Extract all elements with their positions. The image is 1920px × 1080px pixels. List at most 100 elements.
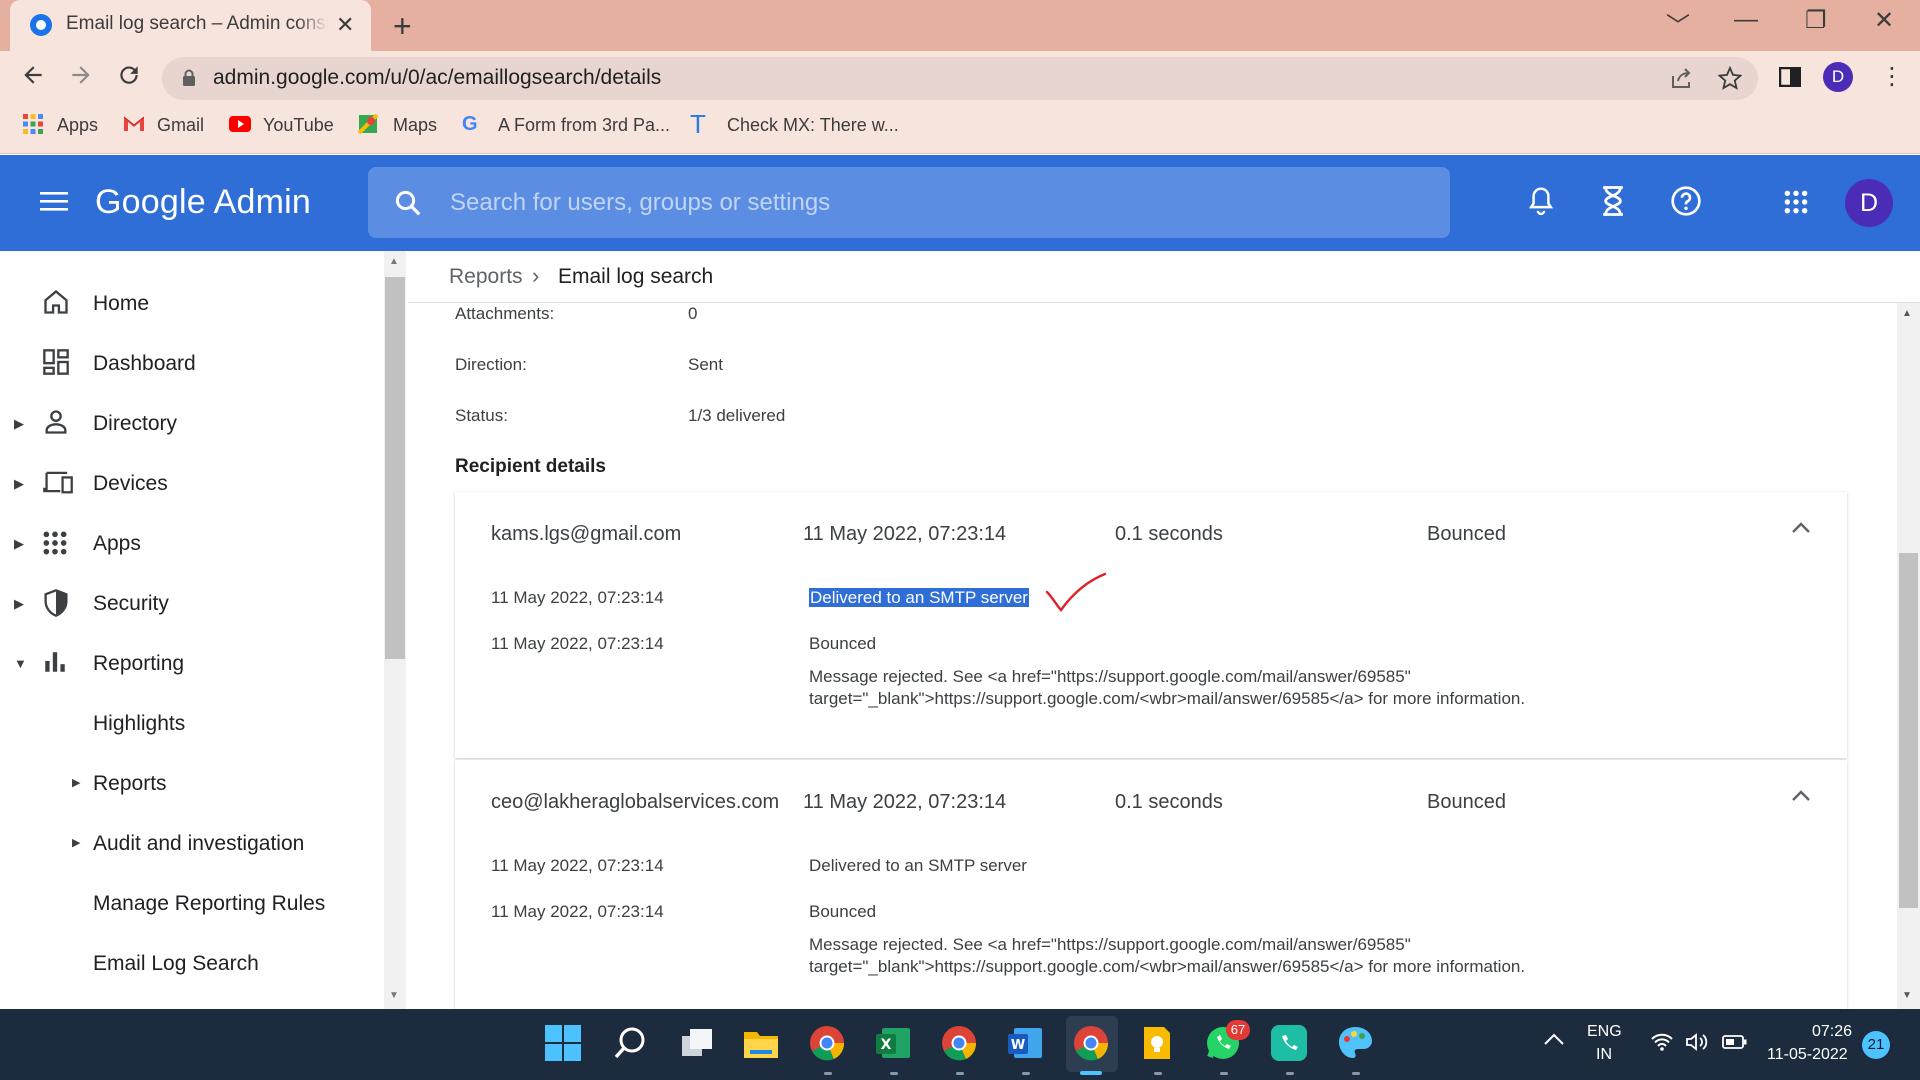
main-menu-icon[interactable] [40,190,68,212]
bookmark-star-icon[interactable] [1718,66,1742,90]
sidebar-item-dashboard[interactable]: Dashboard [0,336,384,392]
sidebar-item-directory[interactable]: ▶ Directory [0,396,384,452]
chrome-profile-icon[interactable] [940,1024,980,1064]
close-window-button[interactable]: ✕ [1874,6,1894,35]
running-indicator [1286,1072,1294,1075]
bookmark-youtube[interactable]: YouTube [263,115,334,136]
collapse-chevron-icon[interactable] [1791,521,1811,535]
account-avatar[interactable]: D [1845,179,1893,227]
word-icon[interactable]: W [1006,1024,1046,1064]
browser-profile-avatar[interactable]: D [1823,62,1853,92]
scroll-up-arrow-icon[interactable]: ▲ [389,256,399,267]
gmail-icon [122,113,145,135]
attachments-value: 0 [688,304,698,323]
bar-chart-icon [42,649,68,675]
back-icon[interactable] [20,62,46,88]
sidebar-item-email-log-search[interactable]: Email Log Search [0,936,384,992]
reload-icon[interactable] [116,62,142,88]
notification-count-badge[interactable]: 21 [1862,1031,1890,1059]
chrome-icon[interactable] [808,1024,848,1064]
sidebar-item-manage-reporting-rules[interactable]: Manage Reporting Rules [0,876,384,932]
scroll-down-arrow-icon[interactable]: ▼ [1902,990,1912,1001]
shield-icon [42,588,70,618]
main-scrollbar-thumb[interactable] [1899,553,1918,908]
sidebar-item-audit-and-investigation[interactable]: ▶ Audit and investigation [0,816,384,872]
side-panel-icon[interactable] [1779,67,1801,87]
sidebar-item-label: Audit and investigation [93,832,305,855]
new-tab-button[interactable]: + [393,8,412,45]
devices-icon [42,468,74,496]
google-admin-logo[interactable]: Google Admin [95,183,311,222]
scroll-up-arrow-icon[interactable]: ▲ [1902,308,1912,319]
bookmark-apps[interactable]: Apps [57,115,98,136]
expand-arrow-icon[interactable]: ▶ [14,536,24,552]
whatsapp-business-icon[interactable] [1270,1024,1310,1064]
browser-menu-icon[interactable]: ⋮ [1880,62,1904,91]
search-icon[interactable] [393,188,423,218]
keep-notes-icon[interactable] [1138,1024,1178,1064]
windows-start-icon[interactable] [544,1024,584,1064]
scroll-down-arrow-icon[interactable]: ▼ [389,990,399,1001]
expand-arrow-icon[interactable]: ▶ [72,836,80,849]
bookmark-check-mx[interactable]: Check MX: There w... [727,115,899,136]
recipient-duration: 0.1 seconds [1115,523,1223,545]
sidebar-item-label: Dashboard [93,352,196,375]
sidebar-scrollbar-thumb[interactable] [385,277,405,659]
collapse-arrow-icon[interactable]: ▼ [14,656,27,671]
clock-date[interactable]: 11-05-2022 [1767,1046,1848,1064]
google-apps-icon[interactable] [1783,189,1809,215]
paint-icon[interactable] [1336,1024,1376,1064]
sidebar-item-devices[interactable]: ▶ Devices [0,456,384,512]
running-indicator [1220,1072,1228,1075]
url-text[interactable]: admin.google.com/u/0/ac/emaillogsearch/d… [213,66,661,90]
bookmark-form[interactable]: A Form from 3rd Pa... [498,115,670,136]
tab-search-icon[interactable]: ﹀ [1666,6,1690,41]
clock-time[interactable]: 07:26 [1812,1023,1852,1041]
help-icon[interactable] [1670,185,1702,217]
recipient-status: Bounced [1427,523,1506,545]
bookmark-maps[interactable]: Maps [393,115,437,136]
breadcrumb-reports-link[interactable]: Reports [449,265,523,289]
sidebar-item-reports[interactable]: ▶ Reports [0,756,384,812]
running-indicator [1352,1072,1360,1075]
search-input[interactable] [450,181,1410,225]
share-icon[interactable] [1670,67,1694,89]
lock-icon[interactable] [182,69,196,87]
collapse-chevron-icon[interactable] [1791,789,1811,803]
search-taskbar-icon[interactable] [612,1024,652,1064]
expand-arrow-icon[interactable]: ▶ [14,476,24,492]
language-region[interactable]: IN [1596,1046,1612,1064]
expand-arrow-icon[interactable]: ▶ [72,776,80,789]
expand-arrow-icon[interactable]: ▶ [14,416,24,432]
file-explorer-icon[interactable] [742,1024,782,1064]
expand-arrow-icon[interactable]: ▶ [14,596,24,612]
hourglass-icon[interactable] [1600,185,1626,217]
restore-button[interactable]: ❐ [1805,6,1827,35]
bookmark-gmail[interactable]: Gmail [157,115,204,136]
sidebar-item-reporting[interactable]: ▼ Reporting [0,636,384,692]
running-indicator [1022,1072,1030,1075]
volume-icon[interactable] [1685,1032,1711,1052]
status-value: 1/3 delivered [688,406,786,425]
tab-close-icon[interactable]: ✕ [336,12,354,38]
sidebar-item-security[interactable]: ▶ Security [0,576,384,632]
sidebar-item-home[interactable]: Home [0,276,384,332]
battery-icon[interactable] [1722,1034,1748,1050]
event-text: Delivered to an SMTP server [809,588,1029,608]
language-code[interactable]: ENG [1587,1023,1622,1041]
sidebar-item-apps[interactable]: ▶ Apps [0,516,384,572]
notifications-bell-icon[interactable] [1526,185,1556,217]
excel-icon[interactable]: X [874,1024,914,1064]
text-t-icon: T [690,109,706,139]
forward-icon[interactable] [68,62,94,88]
chrome-active-icon[interactable] [1072,1024,1112,1064]
whatsapp-badge: 67 [1226,1020,1250,1040]
minimize-button[interactable]: — [1734,6,1758,34]
task-view-icon[interactable] [678,1024,718,1064]
home-icon [42,288,70,316]
wifi-icon[interactable] [1650,1032,1674,1052]
sidebar-item-highlights[interactable]: Highlights [0,696,384,752]
sidebar-item-label: Home [93,292,150,315]
tray-overflow-chevron-icon[interactable] [1543,1032,1565,1046]
recipient-date: 11 May 2022, 07:23:14 [803,791,1007,813]
